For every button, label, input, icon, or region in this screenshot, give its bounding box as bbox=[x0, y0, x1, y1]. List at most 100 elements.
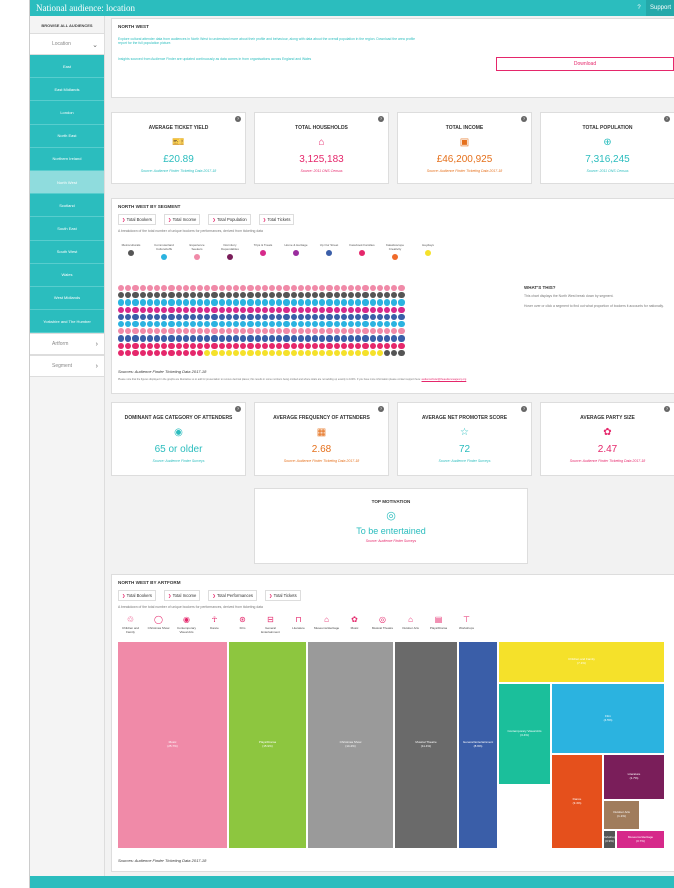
segment-dot[interactable] bbox=[182, 320, 189, 328]
segment-dot[interactable] bbox=[398, 285, 405, 292]
segment-dot[interactable] bbox=[383, 292, 391, 299]
segment-dot[interactable] bbox=[283, 320, 290, 328]
segment-dot[interactable] bbox=[283, 342, 290, 349]
segment-dot[interactable] bbox=[283, 335, 290, 342]
segment-dot[interactable] bbox=[333, 285, 340, 292]
segment-dot[interactable] bbox=[362, 299, 369, 306]
segment-dot[interactable] bbox=[391, 285, 398, 292]
segment-dot[interactable] bbox=[175, 299, 182, 306]
segment-dot[interactable] bbox=[376, 313, 383, 320]
segment-dot[interactable] bbox=[161, 292, 168, 299]
segment-dot[interactable] bbox=[240, 313, 247, 320]
segment-dot[interactable] bbox=[369, 349, 376, 356]
treemap-cell[interactable]: Children and Family (7.1%) bbox=[498, 641, 665, 683]
segment-dot[interactable] bbox=[261, 342, 268, 349]
sidebar-item-south-west[interactable]: South West bbox=[30, 240, 104, 264]
segment-dot[interactable] bbox=[355, 313, 362, 320]
segment-dot[interactable] bbox=[225, 328, 232, 335]
segment-dot[interactable] bbox=[233, 285, 240, 292]
segment-dot[interactable] bbox=[189, 285, 197, 292]
support-email-link[interactable]: audiencefinder@theaudienceagency.org bbox=[422, 378, 467, 381]
segment-dot[interactable] bbox=[312, 313, 319, 320]
segment-dot[interactable] bbox=[340, 320, 347, 328]
segment-dot[interactable] bbox=[118, 306, 125, 313]
segment-dot[interactable] bbox=[398, 320, 405, 328]
segment-dot[interactable] bbox=[283, 313, 290, 320]
segment-dot[interactable] bbox=[225, 285, 232, 292]
segment-dot[interactable] bbox=[261, 306, 268, 313]
segment-dot[interactable] bbox=[175, 306, 182, 313]
segment-dot[interactable] bbox=[247, 292, 254, 299]
artform-music[interactable]: ✿ Music bbox=[342, 615, 367, 634]
segment-dot[interactable] bbox=[376, 320, 383, 328]
legend-item[interactable]: Facebook Families bbox=[349, 243, 375, 260]
segment-dot[interactable] bbox=[297, 349, 304, 356]
segment-dot[interactable] bbox=[383, 349, 391, 356]
segment-dot[interactable] bbox=[146, 349, 153, 356]
segment-dot[interactable] bbox=[369, 299, 376, 306]
segment-dot[interactable] bbox=[118, 349, 125, 356]
segment-dot[interactable] bbox=[240, 299, 247, 306]
segment-dot[interactable] bbox=[369, 335, 376, 342]
segment-dot[interactable] bbox=[218, 313, 225, 320]
help-icon[interactable]: ? bbox=[632, 5, 646, 11]
segment-dot[interactable] bbox=[254, 342, 261, 349]
treemap-cell[interactable]: Literature (1.7%) bbox=[603, 754, 665, 800]
segment-dot[interactable] bbox=[319, 292, 326, 299]
segment-dot[interactable] bbox=[340, 328, 347, 335]
segment-dot[interactable] bbox=[125, 285, 132, 292]
segment-dot[interactable] bbox=[319, 328, 326, 335]
artform-plays-drama[interactable]: ▤ Plays/Drama bbox=[426, 615, 451, 634]
segment-dot[interactable] bbox=[369, 285, 376, 292]
segment-dot[interactable] bbox=[376, 328, 383, 335]
segment-dot[interactable] bbox=[276, 349, 283, 356]
segment-dot[interactable] bbox=[218, 349, 225, 356]
artform-museums-heritage[interactable]: ⌂ Museums/Heritage bbox=[314, 615, 339, 634]
segment-dot[interactable] bbox=[333, 306, 340, 313]
segment-dot[interactable] bbox=[254, 320, 261, 328]
legend-item[interactable]: Trips & Treats bbox=[250, 243, 276, 260]
segment-dot[interactable] bbox=[197, 299, 204, 306]
segment-dot[interactable] bbox=[254, 313, 261, 320]
segment-dot[interactable] bbox=[125, 306, 132, 313]
segment-dot[interactable] bbox=[118, 320, 125, 328]
segment-dot[interactable] bbox=[268, 285, 276, 292]
sidebar-item-wales[interactable]: Wales bbox=[30, 263, 104, 287]
segment-dot[interactable] bbox=[211, 285, 218, 292]
treemap-cell[interactable]: Musical Theatre (11.4%) bbox=[394, 641, 458, 849]
segment-dot[interactable] bbox=[118, 328, 125, 335]
segment-dot[interactable] bbox=[204, 313, 211, 320]
segment-dot[interactable] bbox=[383, 306, 391, 313]
segment-dot[interactable] bbox=[340, 292, 347, 299]
segment-dot[interactable] bbox=[290, 292, 297, 299]
segment-dot[interactable] bbox=[319, 349, 326, 356]
segment-dot[interactable] bbox=[355, 335, 362, 342]
segment-dot[interactable] bbox=[146, 328, 153, 335]
segment-dot[interactable] bbox=[348, 306, 355, 313]
segment-dot[interactable] bbox=[297, 335, 304, 342]
segment-dot[interactable] bbox=[362, 335, 369, 342]
tab-total-tickets[interactable]: Total Tickets bbox=[265, 590, 301, 601]
segment-dot[interactable] bbox=[197, 285, 204, 292]
segment-dot[interactable] bbox=[391, 313, 398, 320]
segment-dot[interactable] bbox=[333, 313, 340, 320]
sidebar-item-northern-ireland[interactable]: Northern Ireland bbox=[30, 147, 104, 171]
artform-outdoor-arts[interactable]: ⌂ Outdoor Arts bbox=[398, 615, 423, 634]
segment-dot[interactable] bbox=[218, 335, 225, 342]
segment-dot[interactable] bbox=[182, 299, 189, 306]
sidebar-item-north-east[interactable]: North East bbox=[30, 124, 104, 148]
segment-dot[interactable] bbox=[197, 342, 204, 349]
segment-dot[interactable] bbox=[211, 349, 218, 356]
segment-dot[interactable] bbox=[225, 313, 232, 320]
segment-dot[interactable] bbox=[161, 335, 168, 342]
segment-dot[interactable] bbox=[376, 306, 383, 313]
segment-dot[interactable] bbox=[132, 306, 139, 313]
segment-dot[interactable] bbox=[225, 299, 232, 306]
segment-dot[interactable] bbox=[276, 292, 283, 299]
segment-dot[interactable] bbox=[398, 349, 405, 356]
segment-dot[interactable] bbox=[333, 320, 340, 328]
treemap-cell[interactable]: Museums/Heritage (0.7%) bbox=[616, 830, 665, 849]
segment-dot[interactable] bbox=[326, 299, 333, 306]
segment-dot[interactable] bbox=[118, 292, 125, 299]
segment-dot[interactable] bbox=[268, 320, 276, 328]
